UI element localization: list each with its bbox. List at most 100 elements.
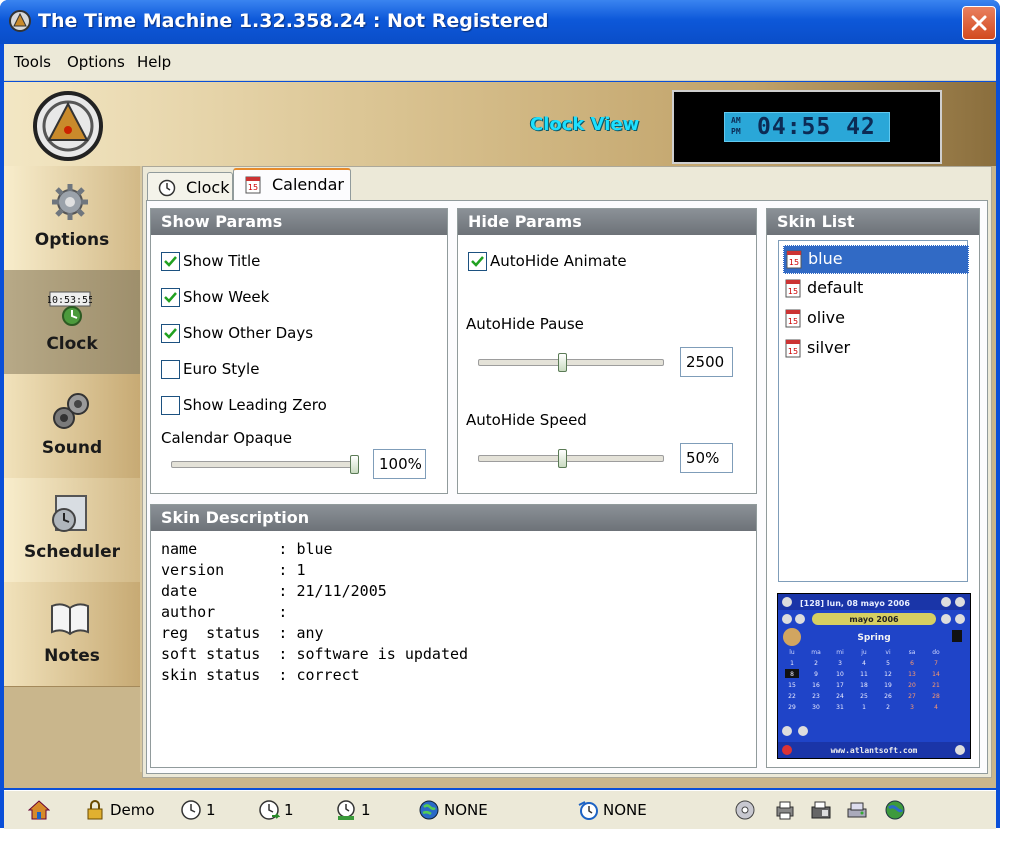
preview-day: 27 xyxy=(908,693,916,700)
cd-icon xyxy=(735,800,755,820)
preview-day: 6 xyxy=(910,660,914,667)
preview-day: 17 xyxy=(836,682,844,689)
checkbox-box[interactable] xyxy=(161,360,180,379)
clock-icon: 10:53:55 xyxy=(48,291,92,326)
lcd-time: 04:55 42 xyxy=(757,114,876,140)
sidebar-item-options[interactable]: Options xyxy=(4,166,140,271)
preview-footer: www.atlantsoft.com xyxy=(831,746,918,755)
clock-view-label: Clock View xyxy=(530,114,640,135)
preview-weekday: do xyxy=(932,649,940,656)
preview-day: 11 xyxy=(860,671,868,678)
preview-globe-icon xyxy=(955,745,965,755)
autohide-pause-slider[interactable] xyxy=(478,353,664,372)
list-item[interactable]: 15 olive xyxy=(783,305,967,332)
calendar-icon: 15 xyxy=(785,309,801,328)
preview-day: 10 xyxy=(836,671,844,678)
tab-clock[interactable]: Clock xyxy=(147,172,233,203)
clock-arrow-icon xyxy=(259,800,280,820)
description-row: reg status : any xyxy=(161,624,324,642)
status-home[interactable] xyxy=(28,799,58,821)
checkbox-box[interactable] xyxy=(161,288,180,307)
status-alarm[interactable]: NONE xyxy=(577,799,667,821)
svg-text:15: 15 xyxy=(788,317,798,326)
status-network[interactable]: NONE xyxy=(418,799,508,821)
checkbox-box[interactable] xyxy=(161,324,180,343)
checkbox-box[interactable] xyxy=(468,252,487,271)
skin-listbox[interactable]: 15 blue 15 default 15 olive 15 silver xyxy=(778,240,969,582)
list-item[interactable]: 15 silver xyxy=(783,335,967,362)
status-earth[interactable] xyxy=(884,799,908,821)
status-printer[interactable] xyxy=(774,799,798,821)
autohide-speed-slider[interactable] xyxy=(478,449,664,468)
menu-options[interactable]: Options xyxy=(67,53,125,71)
show-leading-zero-checkbox[interactable]: Show Leading Zero xyxy=(161,395,421,417)
status-scanner[interactable] xyxy=(846,799,870,821)
tab-label: Calendar xyxy=(272,175,344,194)
svg-text:15: 15 xyxy=(248,183,258,192)
svg-text:15: 15 xyxy=(788,347,798,356)
lcd-screen: AM PM 04:55 42 xyxy=(724,112,890,142)
show-week-checkbox[interactable]: Show Week xyxy=(161,287,421,309)
sidebar-item-notes[interactable]: Notes xyxy=(4,582,140,687)
euro-style-checkbox[interactable]: Euro Style xyxy=(161,359,421,381)
slider-thumb[interactable] xyxy=(558,449,567,468)
preview-day: 30 xyxy=(812,704,820,711)
svg-text:15: 15 xyxy=(789,258,799,267)
autohide-pause-value[interactable]: 2500 xyxy=(680,347,733,377)
preview-note-icon xyxy=(798,726,808,736)
skin-description-group: Skin Description name : blue version : 1… xyxy=(150,504,757,768)
printer-icon xyxy=(776,801,794,820)
app-logo xyxy=(33,91,103,161)
title-bar[interactable]: The Time Machine 1.32.358.24 : Not Regis… xyxy=(0,0,1000,44)
sidebar-item-scheduler[interactable]: Scheduler xyxy=(4,478,140,583)
preview-day: 15 xyxy=(788,682,796,689)
status-cd[interactable] xyxy=(734,799,758,821)
check-icon xyxy=(164,256,177,267)
status-timers[interactable]: 1 xyxy=(258,799,318,821)
show-title-checkbox[interactable]: Show Title xyxy=(161,251,421,273)
hide-params-title: Hide Params xyxy=(458,209,756,235)
clock-icon xyxy=(158,179,176,197)
scheduler-icon xyxy=(52,495,87,532)
tab-calendar[interactable]: 15 Calendar xyxy=(233,168,351,202)
check-icon xyxy=(471,256,484,267)
slider-track xyxy=(478,359,664,366)
close-button[interactable] xyxy=(962,6,996,40)
check-icon xyxy=(164,292,177,303)
status-clocks[interactable]: 1 xyxy=(180,799,240,821)
show-other-days-checkbox[interactable]: Show Other Days xyxy=(161,323,421,345)
description-row: date : 21/11/2005 xyxy=(161,582,387,600)
slider-thumb[interactable] xyxy=(350,455,359,474)
calendar-opaque-value[interactable]: 100% xyxy=(373,449,426,479)
home-icon xyxy=(28,800,50,820)
checkbox-box[interactable] xyxy=(161,396,180,415)
calendar-opaque-label: Calendar Opaque xyxy=(161,429,292,447)
checkbox-box[interactable] xyxy=(161,252,180,271)
hide-params-group: Hide Params AutoHide Animate AutoHide Pa… xyxy=(457,208,757,494)
lcd-am-label: AM xyxy=(731,116,741,125)
autohide-animate-checkbox[interactable]: AutoHide Animate xyxy=(468,251,728,273)
slider-thumb[interactable] xyxy=(558,353,567,372)
menu-tools[interactable]: Tools xyxy=(14,53,51,71)
preview-next-year-icon xyxy=(955,614,965,624)
preview-weekday: ma xyxy=(811,649,821,656)
status-license[interactable]: Demo xyxy=(84,799,174,821)
menu-help[interactable]: Help xyxy=(137,53,171,71)
preview-day: 13 xyxy=(908,671,916,678)
sidebar-nav: Options 10:53:55 Clock Sound Scheduler N… xyxy=(4,166,140,772)
status-fax[interactable] xyxy=(810,799,834,821)
preview-home-icon xyxy=(782,745,792,755)
sidebar-item-clock[interactable]: 10:53:55 Clock xyxy=(4,270,140,375)
sidebar-item-sound[interactable]: Sound xyxy=(4,374,140,479)
calendar-icon: 15 xyxy=(785,339,801,358)
preview-settings-icon xyxy=(782,726,792,736)
calendar-opaque-slider[interactable] xyxy=(171,455,359,474)
fax-icon xyxy=(811,801,831,819)
speaker-icon xyxy=(53,393,89,429)
autohide-speed-value[interactable]: 50% xyxy=(680,443,733,473)
list-item[interactable]: 15 default xyxy=(783,275,967,302)
status-reminders[interactable]: 1 xyxy=(335,799,395,821)
autohide-speed-label: AutoHide Speed xyxy=(466,411,587,429)
list-item[interactable]: 15 blue xyxy=(783,245,969,274)
skin-name: default xyxy=(807,278,864,297)
